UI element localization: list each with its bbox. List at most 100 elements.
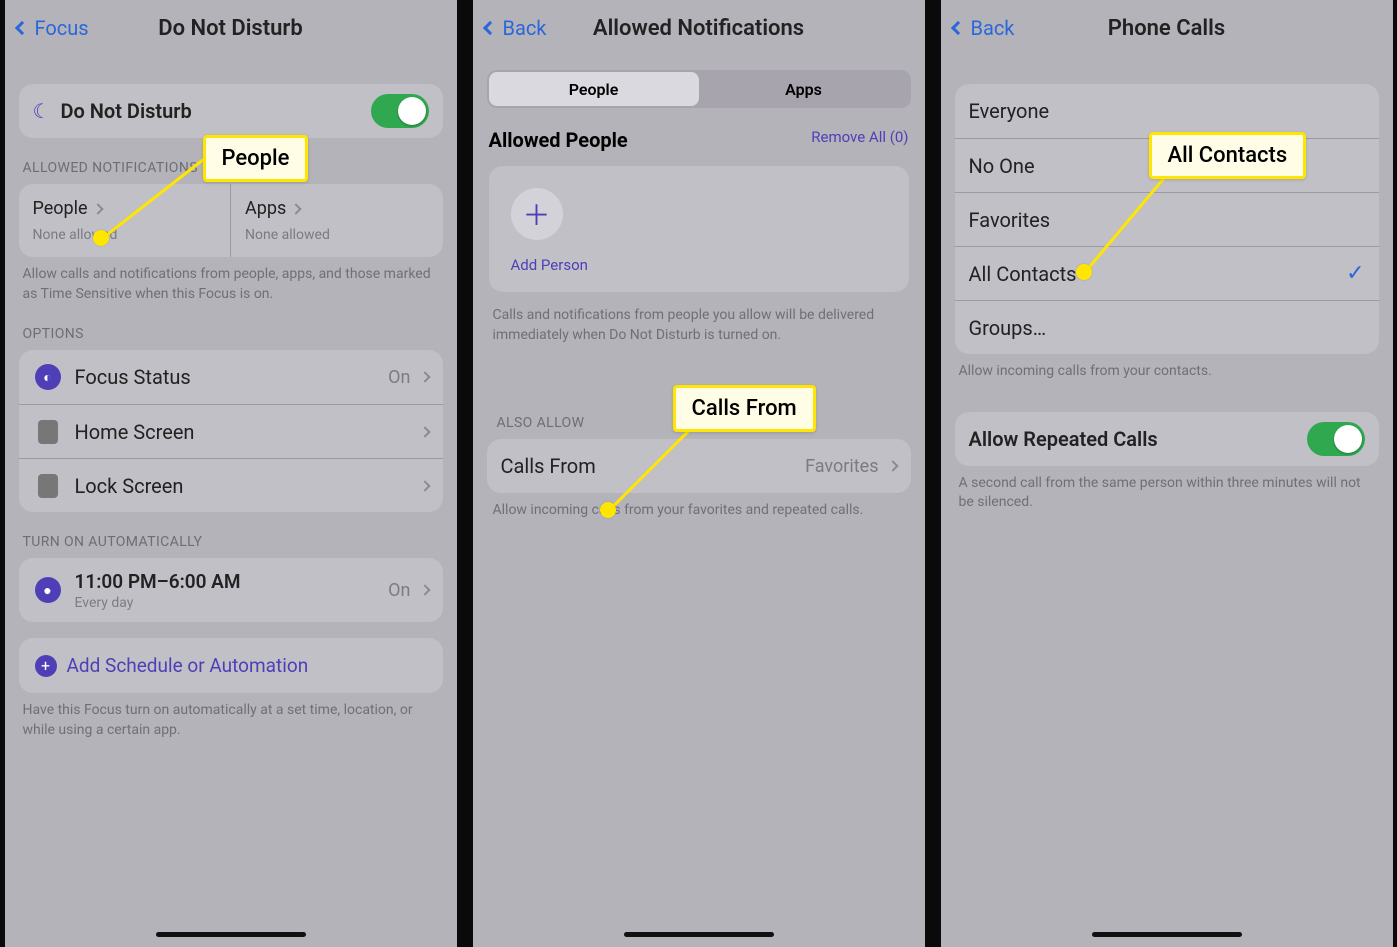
option-groups[interactable]: Groups… — [955, 300, 1379, 354]
moon-icon: ☾ — [33, 99, 51, 123]
dnd-label: Do Not Disturb — [60, 99, 370, 123]
back-label: Back — [503, 16, 547, 40]
option-everyone[interactable]: Everyone — [955, 84, 1379, 138]
add-schedule-label: Add Schedule or Automation — [67, 654, 309, 677]
option-all-contacts[interactable]: All Contacts ✓ — [955, 246, 1379, 300]
focus-status-icon: ◐ — [35, 364, 61, 390]
calls-from-row[interactable]: Calls From Favorites — [487, 439, 911, 493]
chevron-left-icon — [950, 21, 964, 35]
back-label: Back — [971, 16, 1015, 40]
back-label: Focus — [35, 16, 89, 40]
allowed-footer: Allow calls and notifications from peopl… — [19, 257, 443, 304]
callout-target-dot — [1076, 264, 1092, 280]
chevron-right-icon — [291, 203, 302, 214]
apps-cell[interactable]: Apps None allowed — [230, 184, 443, 257]
back-button[interactable]: Back — [485, 16, 547, 40]
plus-icon: + — [35, 655, 57, 677]
schedule-value: On — [388, 580, 410, 601]
callout-people: People — [203, 135, 309, 182]
tutorial-triptych: Focus Do Not Disturb ☾ Do Not Disturb AL… — [0, 0, 1397, 947]
calls-from-card: Calls From Favorites — [487, 439, 911, 493]
schedule-sub: Every day — [75, 595, 389, 611]
dnd-toggle-card: ☾ Do Not Disturb — [19, 84, 443, 138]
row-label: Groups… — [969, 316, 1365, 340]
allowed-card: People None allowed Apps None allowed — [19, 184, 443, 257]
screen-do-not-disturb: Focus Do Not Disturb ☾ Do Not Disturb AL… — [5, 0, 457, 947]
callout-all-contacts: All Contacts — [1149, 132, 1307, 179]
nav-bar: Back Allowed Notifications — [473, 0, 925, 56]
chevron-right-icon — [887, 461, 898, 472]
back-button[interactable]: Focus — [17, 16, 89, 40]
add-person-icon: ＋ — [511, 188, 563, 240]
row-label: All Contacts — [969, 262, 1347, 286]
apps-value: None allowed — [245, 227, 429, 243]
callout-target-dot — [93, 230, 109, 246]
people-value: None allowed — [33, 227, 217, 243]
lock-screen-icon — [38, 474, 58, 498]
segment-people[interactable]: People — [489, 72, 699, 106]
callout-calls-from: Calls From — [673, 385, 816, 432]
back-button[interactable]: Back — [953, 16, 1015, 40]
screen-allowed-notifications: Back Allowed Notifications People Apps A… — [473, 0, 925, 947]
callout-target-dot — [600, 502, 616, 518]
chevron-right-icon — [419, 585, 430, 596]
segmented-control[interactable]: People Apps — [487, 70, 911, 108]
segment-apps[interactable]: Apps — [699, 72, 909, 106]
dnd-switch[interactable] — [371, 94, 429, 128]
chevron-right-icon — [92, 203, 103, 214]
add-person-card[interactable]: ＋ Add Person — [489, 166, 909, 292]
nav-bar: Back Phone Calls — [941, 0, 1393, 56]
row-label: Lock Screen — [75, 474, 421, 498]
lock-screen-row[interactable]: Lock Screen — [19, 458, 443, 512]
row-label: Home Screen — [75, 420, 421, 444]
calls-from-value: Favorites — [805, 456, 878, 477]
chevron-left-icon — [482, 21, 496, 35]
schedule-card: ● 11:00 PM–6:00 AM Every day On — [19, 558, 443, 622]
repeated-label: Allow Repeated Calls — [969, 427, 1307, 451]
repeated-calls-card: Allow Repeated Calls — [955, 412, 1379, 466]
people-label: People — [33, 198, 217, 219]
chevron-right-icon — [419, 480, 430, 491]
screen-phone-calls: Back Phone Calls Everyone No One Favorit… — [941, 0, 1393, 947]
add-schedule-button[interactable]: + Add Schedule or Automation — [19, 638, 443, 693]
focus-status-row[interactable]: ◐ Focus Status On — [19, 350, 443, 404]
page-title: Do Not Disturb — [158, 16, 302, 41]
home-indicator[interactable] — [156, 932, 306, 937]
repeated-footer: A second call from the same person withi… — [955, 466, 1379, 513]
row-label: Focus Status — [75, 365, 389, 389]
add-person-label: Add Person — [511, 256, 887, 274]
row-label: Everyone — [969, 99, 1365, 123]
content: ☾ Do Not Disturb ALLOWED NOTIFICATIONS P… — [5, 84, 457, 780]
nav-bar: Focus Do Not Disturb — [5, 0, 457, 56]
page-title: Allowed Notifications — [593, 16, 804, 41]
options-header: OPTIONS — [23, 326, 439, 342]
options-card: ◐ Focus Status On Home Screen Lock Scree… — [19, 350, 443, 512]
row-label: Favorites — [969, 208, 1365, 232]
row-value: On — [388, 367, 410, 388]
home-screen-row[interactable]: Home Screen — [19, 404, 443, 458]
clock-icon: ● — [35, 577, 61, 603]
list-footer: Allow incoming calls from your contacts. — [955, 354, 1379, 382]
chevron-left-icon — [14, 21, 28, 35]
home-indicator[interactable] — [624, 932, 774, 937]
schedule-row[interactable]: ● 11:00 PM–6:00 AM Every day On — [19, 558, 443, 622]
auto-footer: Have this Focus turn on automatically at… — [19, 693, 443, 740]
schedule-time: 11:00 PM–6:00 AM — [75, 570, 389, 593]
allow-from-list: Everyone No One Favorites All Contacts ✓… — [955, 84, 1379, 354]
auto-header: TURN ON AUTOMATICALLY — [23, 534, 439, 550]
add-schedule-card: + Add Schedule or Automation — [19, 638, 443, 693]
allowed-footer: Calls and notifications from people you … — [473, 296, 925, 345]
home-screen-icon — [38, 420, 58, 444]
repeated-calls-row[interactable]: Allow Repeated Calls — [955, 412, 1379, 466]
calls-footer: Allow incoming calls from your favorites… — [473, 493, 925, 521]
chevron-right-icon — [419, 372, 430, 383]
checkmark-icon: ✓ — [1346, 261, 1364, 286]
option-favorites[interactable]: Favorites — [955, 192, 1379, 246]
apps-label: Apps — [245, 198, 429, 219]
page-title: Phone Calls — [1108, 16, 1225, 41]
home-indicator[interactable] — [1092, 932, 1242, 937]
repeated-switch[interactable] — [1307, 422, 1365, 456]
dnd-toggle-row[interactable]: ☾ Do Not Disturb — [19, 84, 443, 138]
chevron-right-icon — [419, 426, 430, 437]
remove-all-button[interactable]: Remove All (0) — [811, 128, 908, 146]
